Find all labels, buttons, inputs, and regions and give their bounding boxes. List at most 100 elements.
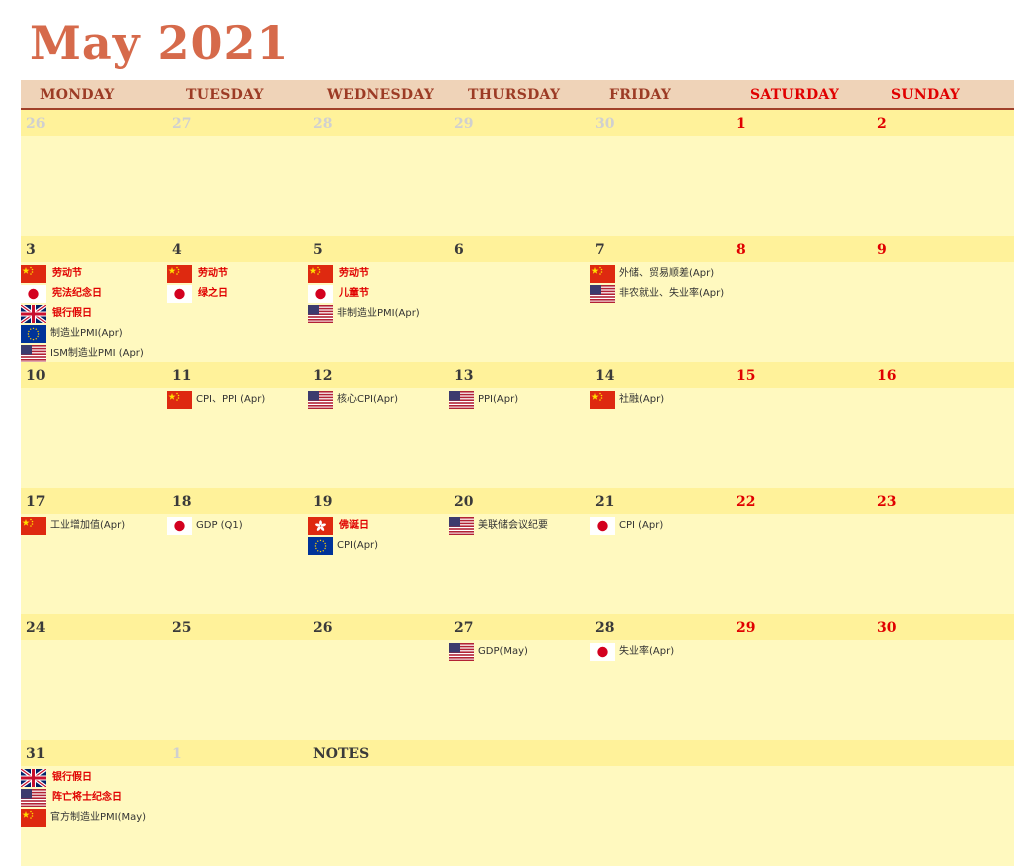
day-number: 9 <box>877 242 887 258</box>
calendar-event[interactable]: 劳动节 <box>167 264 228 284</box>
usa-flag-icon <box>308 391 333 409</box>
calendar-event[interactable]: CPI、PPI (Apr) <box>167 390 265 410</box>
day-number: 27 <box>454 620 474 636</box>
day-number: 3 <box>26 242 36 258</box>
japan-flag-icon <box>590 517 615 535</box>
weekday-tuesday: TUESDAY <box>186 87 264 103</box>
calendar-event[interactable]: PPI(Apr) <box>449 390 518 410</box>
date-strip <box>21 740 1014 766</box>
calendar-event[interactable]: 核心CPI(Apr) <box>308 390 398 410</box>
eu-flag-icon <box>308 537 333 555</box>
day-number: 21 <box>595 494 615 510</box>
day-number: 5 <box>313 242 323 258</box>
calendar-event[interactable]: GDP (Q1) <box>167 516 243 536</box>
day-number: 27 <box>172 116 192 132</box>
weekday-sunday: SUNDAY <box>891 87 961 103</box>
event-label: 银行假日 <box>52 308 92 319</box>
day-number: 11 <box>172 368 192 384</box>
day-number: 23 <box>877 494 897 510</box>
day-number: 7 <box>595 242 605 258</box>
calendar-event[interactable]: 劳动节 <box>21 264 82 284</box>
day-number: 26 <box>313 620 333 636</box>
usa-flag-icon <box>449 643 474 661</box>
china-flag-icon <box>590 391 615 409</box>
event-label: 劳动节 <box>339 268 369 279</box>
day-number: 24 <box>26 620 46 636</box>
day-number: 17 <box>26 494 46 510</box>
china-flag-icon <box>21 517 46 535</box>
weekday-header: MONDAY TUESDAY WEDNESDAY THURSDAY FRIDAY… <box>21 80 1014 110</box>
calendar-event[interactable]: 外储、贸易顺差(Apr) <box>590 264 714 284</box>
calendar-event[interactable]: 美联储会议纪要 <box>449 516 548 536</box>
uk-flag-icon <box>21 769 46 787</box>
calendar-event[interactable]: 阵亡将士纪念日 <box>21 788 122 808</box>
japan-flag-icon <box>308 285 333 303</box>
calendar-event[interactable]: ISM制造业PMI (Apr) <box>21 344 144 364</box>
calendar-event[interactable]: 非制造业PMI(Apr) <box>308 304 420 324</box>
date-strip <box>21 362 1014 388</box>
event-label: 工业增加值(Apr) <box>50 520 126 531</box>
day-number: 16 <box>877 368 897 384</box>
calendar-event[interactable]: GDP(May) <box>449 642 528 662</box>
date-strip <box>21 236 1014 262</box>
calendar-event[interactable]: 失业率(Apr) <box>590 642 674 662</box>
calendar-event[interactable]: 制造业PMI(Apr) <box>21 324 123 344</box>
calendar-event[interactable]: 宪法纪念日 <box>21 284 102 304</box>
event-label: CPI、PPI (Apr) <box>196 394 266 405</box>
day-number: 18 <box>172 494 192 510</box>
event-label: 阵亡将士纪念日 <box>52 792 122 803</box>
day-number: 6 <box>454 242 464 258</box>
china-flag-icon <box>590 265 615 283</box>
calendar-event[interactable]: CPI (Apr) <box>590 516 663 536</box>
usa-flag-icon <box>308 305 333 323</box>
event-label: 儿童节 <box>339 288 369 299</box>
calendar-event[interactable]: 社融(Apr) <box>590 390 664 410</box>
event-label: CPI(Apr) <box>337 540 379 551</box>
day-number: 20 <box>454 494 474 510</box>
calendar-event[interactable]: 官方制造业PMI(May) <box>21 808 146 828</box>
day-number: 29 <box>454 116 474 132</box>
event-label: 外储、贸易顺差(Apr) <box>619 268 715 279</box>
calendar-event[interactable]: CPI(Apr) <box>308 536 378 556</box>
calendar-event[interactable]: 儿童节 <box>308 284 369 304</box>
date-strip <box>21 614 1014 640</box>
calendar-event[interactable]: 佛诞日 <box>308 516 369 536</box>
event-label: GDP(May) <box>478 646 528 657</box>
day-number: 31 <box>26 746 46 762</box>
week-row: 17 工业增加值(Apr) 18 GDP (Q1) 19 佛诞日 CPI(Apr) 20 美联储… <box>21 488 1014 614</box>
week-row: 10 11 CPI、PPI (Apr) 12 核心CPI(Apr) 13 PPI(Apr) 1… <box>21 362 1014 488</box>
day-number: 2 <box>877 116 887 132</box>
event-label: 宪法纪念日 <box>52 288 102 299</box>
china-flag-icon <box>308 265 333 283</box>
event-label: 社融(Apr) <box>619 394 665 405</box>
week-row: 26 27 28 29 30 1 2 <box>21 110 1014 236</box>
day-number: 10 <box>26 368 46 384</box>
day-number: 13 <box>454 368 474 384</box>
eu-flag-icon <box>21 325 46 343</box>
calendar-event[interactable]: 银行假日 <box>21 768 92 788</box>
day-number: 22 <box>736 494 756 510</box>
calendar-event[interactable]: 非农就业、失业率(Apr) <box>590 284 724 304</box>
event-label: GDP (Q1) <box>196 520 243 531</box>
calendar-event[interactable]: 银行假日 <box>21 304 92 324</box>
weekday-monday: MONDAY <box>40 87 115 103</box>
calendar-event[interactable]: 劳动节 <box>308 264 369 284</box>
event-label: 官方制造业PMI(May) <box>50 812 147 823</box>
usa-flag-icon <box>449 391 474 409</box>
day-number: 1 <box>172 746 182 762</box>
uk-flag-icon <box>21 305 46 323</box>
calendar-event[interactable]: 工业增加值(Apr) <box>21 516 125 536</box>
day-number: 15 <box>736 368 756 384</box>
day-number: 14 <box>595 368 615 384</box>
calendar-title: May 2021 <box>30 16 290 70</box>
date-strip <box>21 488 1014 514</box>
week-cell-body <box>21 136 1014 236</box>
usa-flag-icon <box>590 285 615 303</box>
weekday-friday: FRIDAY <box>609 87 672 103</box>
event-label: 劳动节 <box>198 268 228 279</box>
calendar-event[interactable]: 绿之日 <box>167 284 228 304</box>
japan-flag-icon <box>167 517 192 535</box>
event-label: CPI (Apr) <box>619 520 664 531</box>
event-label: 失业率(Apr) <box>619 646 675 657</box>
day-number: 4 <box>172 242 182 258</box>
